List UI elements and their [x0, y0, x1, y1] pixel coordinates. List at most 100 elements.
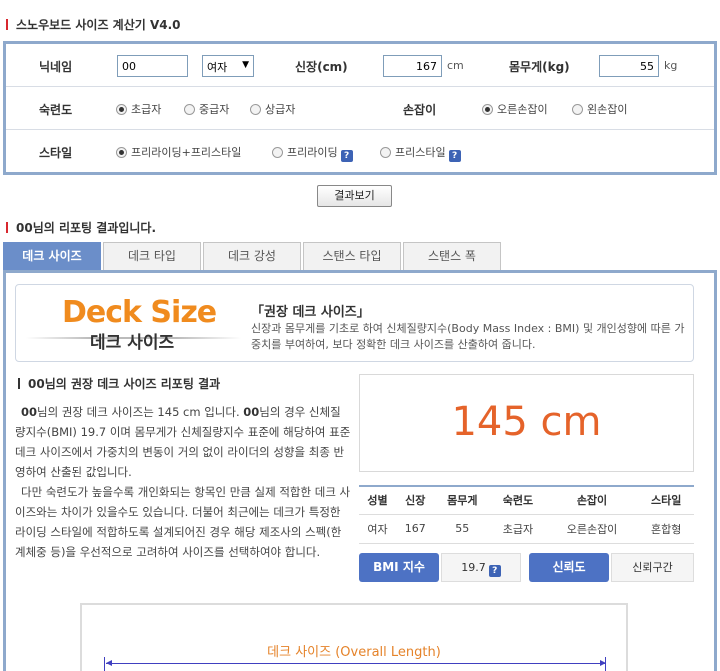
stance-label: 손잡이 [403, 103, 437, 117]
radio-label: 오른손잡이 [497, 103, 548, 116]
style-radio-freeride[interactable]: 프리라이딩? [272, 144, 353, 162]
table-cell: 167 [396, 514, 435, 544]
bmi-value-text: 19.7 [461, 561, 486, 574]
table-header-row: 성별 신장 몸무게 숙련도 손잡이 스타일 [359, 485, 694, 515]
result-tabs: 데크 사이즈 데크 타입 데크 강성 스탠스 타입 스탠스 폭 [3, 242, 717, 270]
style-radio-freeride-freestyle[interactable]: 프리라이딩+프리스타일 [116, 144, 241, 160]
rider-summary-table: 성별 신장 몸무게 숙련도 손잡이 스타일 여자 167 55 초급자 오른손잡… [359, 485, 694, 544]
table-row: 여자 167 55 초급자 오른손잡이 혼합형 [359, 514, 694, 544]
result-display: 145 cm [359, 374, 694, 472]
input-form: 닉네임 여자 ▼ 신장(cm) cm 몸무게(kg) kg 숙련도 초급자 중급… [3, 41, 717, 175]
column-header: 스타일 [638, 485, 694, 515]
skill-radio-advanced[interactable]: 상급자 [250, 101, 295, 117]
table-cell: 여자 [359, 514, 397, 544]
form-row-style: 스타일 프리라이딩+프리스타일 프리라이딩? 프리스타일? [6, 130, 714, 173]
table-cell: 초급자 [490, 514, 546, 544]
radio-checked-icon [116, 104, 127, 115]
tab-deck-size[interactable]: 데크 사이즈 [3, 242, 101, 270]
deck-size-banner: Deck Size 데크 사이즈 「권장 데크 사이즈」 신장과 몸무게를 기초… [15, 284, 694, 362]
column-header: 성별 [359, 485, 397, 515]
tab-stance-type[interactable]: 스탠스 타입 [303, 242, 401, 270]
radio-label: 프리라이딩+프리스타일 [131, 146, 242, 159]
banner-description: 신장과 몸무게를 기초로 하여 신체질량지수(Body Mass Index :… [251, 322, 685, 351]
app-title-text: 스노우보드 사이즈 계산기 V4.0 [16, 18, 181, 32]
column-header: 손잡이 [545, 485, 639, 515]
nickname-label: 닉네임 [39, 60, 73, 74]
table-cell: 오른손잡이 [545, 514, 639, 544]
banner-title: 「권장 데크 사이즈」 [251, 305, 370, 320]
arrow-right-icon [600, 660, 606, 666]
radio-icon [272, 147, 283, 158]
height-label: 신장(cm) [295, 60, 348, 74]
radio-label: 중급자 [199, 103, 230, 116]
report-title-text: 00님의 권장 데크 사이즈 리포팅 결과 [28, 377, 221, 391]
skill-radio-beginner[interactable]: 초급자 [116, 101, 161, 117]
table-cell: 55 [434, 514, 491, 544]
tab-deck-stiffness[interactable]: 데크 강성 [203, 242, 301, 270]
report-name: 00 [21, 405, 38, 419]
report-title: 00님의 권장 데크 사이즈 리포팅 결과 [18, 375, 220, 392]
style-radio-freestyle[interactable]: 프리스타일? [380, 144, 461, 162]
gender-select-value: 여자 [207, 61, 228, 74]
weight-input[interactable] [599, 55, 659, 77]
recommended-deck-size: 145 cm [451, 399, 602, 445]
nickname-input[interactable] [117, 55, 188, 77]
deck-size-logo-ko: 데크 사이즈 [90, 333, 175, 353]
skill-radio-intermediate[interactable]: 중급자 [184, 101, 229, 117]
radio-label: 프리스타일 [395, 146, 446, 159]
column-header: 숙련도 [490, 485, 546, 515]
form-row-basic: 닉네임 여자 ▼ 신장(cm) cm 몸무게(kg) kg [6, 44, 714, 87]
radio-label: 초급자 [131, 103, 162, 116]
radio-icon [572, 104, 583, 115]
tab-deck-type[interactable]: 데크 타입 [103, 242, 201, 270]
help-icon[interactable]: ? [448, 150, 461, 162]
radio-label: 상급자 [265, 103, 296, 116]
report-paragraph: 00님의 권장 데크 사이즈는 145 cm 입니다. 00님의 경우 신체질량… [15, 402, 351, 482]
radio-checked-icon [482, 104, 493, 115]
skill-label: 숙련도 [39, 103, 73, 117]
gender-select[interactable]: 여자 ▼ [202, 55, 254, 77]
show-result-button[interactable]: 결과보기 [317, 185, 392, 207]
table-cell: 혼합형 [638, 514, 694, 544]
report-body: 00님의 권장 데크 사이즈는 145 cm 입니다. 00님의 경우 신체질량… [15, 402, 351, 562]
column-header: 신장 [396, 485, 435, 515]
diagram-label: 데크 사이즈 (Overall Length) [267, 645, 441, 660]
report-text: 님의 권장 데크 사이즈는 145 cm 입니다. [37, 405, 244, 419]
report-paragraph: 다만 숙련도가 높을수록 개인화되는 항목인 만큼 실제 적합한 데크 사이즈와… [15, 485, 351, 559]
radio-icon [184, 104, 195, 115]
report-header-marker [6, 222, 8, 233]
height-input[interactable] [383, 55, 442, 77]
radio-label: 왼손잡이 [587, 103, 628, 116]
column-header: 몸무게 [434, 485, 491, 515]
weight-unit: kg [664, 59, 678, 72]
help-icon[interactable]: ? [340, 150, 353, 162]
dropdown-arrow-icon: ▼ [242, 60, 249, 70]
stance-radio-right[interactable]: 오른손잡이 [482, 101, 548, 117]
report-header-text: 00님의 리포팅 결과입니다. [16, 221, 157, 235]
radio-icon [250, 104, 261, 115]
report-name: 00 [243, 405, 260, 419]
help-icon[interactable]: ? [488, 565, 501, 577]
deck-size-logo-en: Deck Size [62, 295, 217, 330]
trust-label-button[interactable]: 신뢰도 [529, 553, 609, 582]
form-row-skill: 숙련도 초급자 중급자 상급자 손잡이 오른손잡이 왼손잡이 [6, 87, 714, 130]
report-header: 00님의 리포팅 결과입니다. [6, 219, 156, 236]
tab-stance-width[interactable]: 스탠스 폭 [403, 242, 501, 270]
dimension-line [106, 663, 606, 664]
weight-label: 몸무게(kg) [509, 60, 570, 74]
deck-diagram: 데크 사이즈 (Overall Length) [80, 603, 628, 671]
radio-label: 프리라이딩 [287, 146, 338, 159]
bmi-label-button[interactable]: BMI 지수 [359, 553, 439, 582]
height-unit: cm [447, 59, 464, 72]
title-marker [6, 19, 8, 30]
report-title-marker [18, 378, 20, 389]
dimension-tick-left [104, 657, 105, 671]
radio-icon [380, 147, 391, 158]
style-label: 스타일 [39, 146, 73, 160]
trust-value: 신뢰구간 [611, 553, 694, 582]
arrow-left-icon [106, 660, 112, 666]
app-title: 스노우보드 사이즈 계산기 V4.0 [6, 16, 181, 33]
radio-checked-icon [116, 147, 127, 158]
stance-radio-left[interactable]: 왼손잡이 [572, 101, 627, 117]
bmi-value: 19.7? [441, 553, 521, 582]
